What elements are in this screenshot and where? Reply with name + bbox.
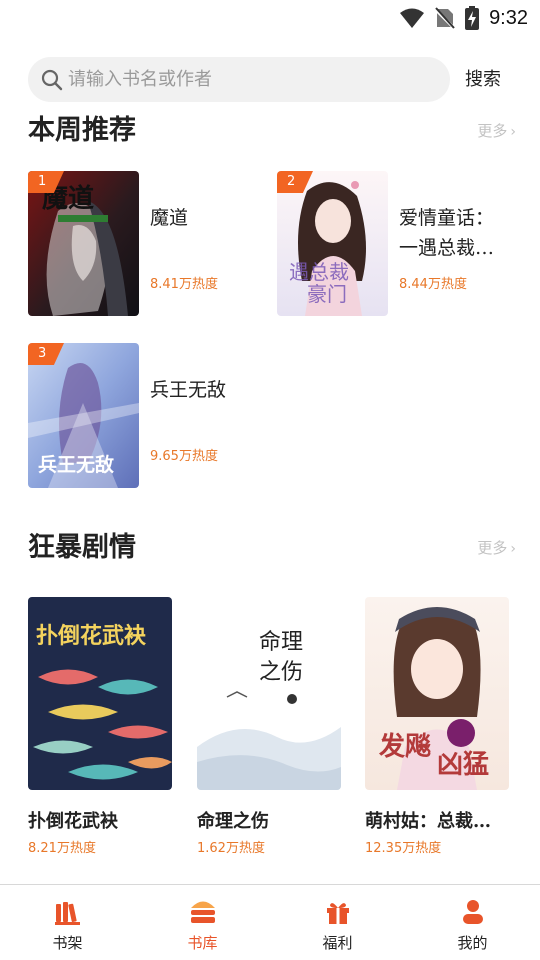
book-title: 扑倒花武袂 bbox=[28, 811, 118, 832]
book-heat: 1.62万热度 bbox=[197, 841, 265, 856]
book-heat: 9.65万热度 bbox=[150, 449, 218, 464]
wifi-icon bbox=[400, 8, 425, 28]
chevron-right-icon: › bbox=[510, 541, 516, 557]
weekly-more-link[interactable]: 更多 › bbox=[477, 111, 516, 152]
status-bar: 9:32 bbox=[0, 0, 540, 36]
book-cover[interactable]: 发飚 凶猛 bbox=[365, 597, 509, 790]
weekly-more-label: 更多 bbox=[477, 122, 508, 140]
search-placeholder: 请输入书名或作者 bbox=[68, 69, 212, 90]
book-card[interactable]: 命理 之伤 命理之伤 1.62万热度 bbox=[197, 597, 342, 867]
tab-label: 我的 bbox=[457, 934, 488, 952]
svg-text:之伤: 之伤 bbox=[259, 660, 303, 685]
battery-charging-icon bbox=[465, 6, 480, 30]
weekly-book-item[interactable]: 兵王无敌 3 兵王无敌 9.65万热度 bbox=[28, 343, 273, 489]
svg-text:凶猛: 凶猛 bbox=[437, 750, 489, 780]
tab-bookshelf[interactable]: 书架 bbox=[0, 885, 135, 960]
weekly-section-header: 本周推荐 更多 › bbox=[28, 111, 518, 151]
book-title: 萌村姑：总裁… bbox=[365, 811, 491, 832]
no-sim-icon bbox=[435, 7, 456, 29]
svg-text:豪门: 豪门 bbox=[307, 282, 347, 306]
book-heat: 8.41万热度 bbox=[150, 277, 218, 292]
tab-profile[interactable]: 我的 bbox=[405, 885, 540, 960]
book-heat: 8.44万热度 bbox=[399, 277, 467, 292]
plot-more-link[interactable]: 更多 › bbox=[477, 528, 516, 569]
tab-label: 书架 bbox=[52, 934, 83, 952]
search-row: 请输入书名或作者 搜索 bbox=[28, 57, 518, 102]
book-cover[interactable]: 魔道 1 bbox=[28, 171, 139, 316]
weekly-book-item[interactable]: 遇总裁 豪门 2 爱情童话：一遇总裁… 8.44万热度 bbox=[277, 171, 522, 317]
status-time: 9:32 bbox=[489, 6, 528, 29]
weekly-book-item[interactable]: 魔道 1 魔道 8.41万热度 bbox=[28, 171, 273, 317]
book-heat: 8.21万热度 bbox=[28, 841, 96, 856]
gift-icon bbox=[326, 903, 349, 924]
tab-welfare[interactable]: 福利 bbox=[270, 885, 405, 960]
svg-text:扑倒花武袂: 扑倒花武袂 bbox=[36, 623, 146, 649]
book-card[interactable]: 扑倒花武袂 扑倒花武袂 8.21万热度 bbox=[28, 597, 173, 867]
chevron-right-icon: › bbox=[510, 124, 516, 140]
book-cover[interactable]: 兵王无敌 3 bbox=[28, 343, 139, 488]
plot-section-title: 狂暴剧情 bbox=[28, 532, 136, 563]
plot-section-header: 狂暴剧情 更多 › bbox=[28, 528, 518, 568]
svg-text:兵王无敌: 兵王无敌 bbox=[38, 453, 114, 476]
book-card[interactable]: 发飚 凶猛 萌村姑：总裁… 12.35万热度 bbox=[365, 597, 510, 867]
book-title: 命理之伤 bbox=[197, 811, 269, 832]
book-heat: 12.35万热度 bbox=[365, 841, 442, 856]
tab-label: 书库 bbox=[187, 934, 218, 952]
library-icon bbox=[190, 901, 215, 923]
search-icon bbox=[41, 69, 63, 91]
profile-icon bbox=[462, 900, 483, 924]
book-title: 爱情童话：一遇总裁… bbox=[399, 207, 495, 259]
svg-text:命理: 命理 bbox=[259, 630, 303, 655]
book-cover[interactable]: 扑倒花武袂 bbox=[28, 597, 172, 790]
search-button[interactable]: 搜索 bbox=[465, 57, 501, 102]
book-title: 魔道 bbox=[150, 207, 189, 229]
book-cover[interactable]: 遇总裁 豪门 2 bbox=[277, 171, 388, 316]
book-cover[interactable]: 命理 之伤 bbox=[197, 597, 341, 790]
tab-library[interactable]: 书库 bbox=[135, 885, 270, 960]
weekly-section-title: 本周推荐 bbox=[28, 115, 136, 146]
plot-more-label: 更多 bbox=[477, 539, 508, 557]
tab-label: 福利 bbox=[322, 934, 353, 952]
book-title: 兵王无敌 bbox=[150, 379, 227, 401]
bookshelf-icon bbox=[54, 902, 80, 925]
search-input[interactable]: 请输入书名或作者 bbox=[28, 57, 450, 102]
bottom-tab-bar: 书架 书库 福利 我的 bbox=[0, 884, 540, 960]
svg-text:遇总裁: 遇总裁 bbox=[289, 260, 349, 284]
svg-text:发飚: 发飚 bbox=[378, 731, 431, 762]
